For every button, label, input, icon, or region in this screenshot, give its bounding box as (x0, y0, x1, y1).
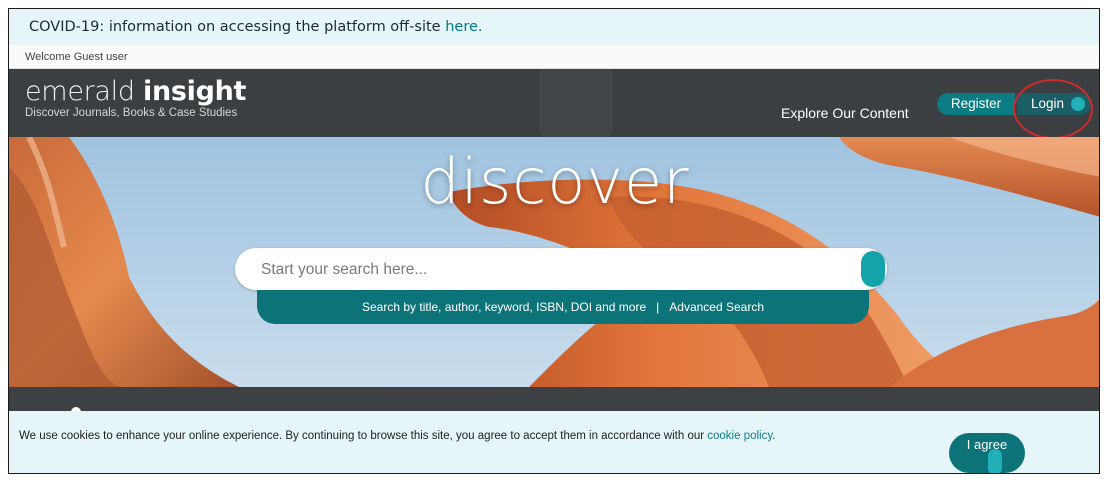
search-box (235, 248, 887, 292)
search-options-bar: Search by title, author, keyword, ISBN, … (257, 290, 869, 324)
welcome-text: Welcome Guest user (25, 51, 128, 63)
search-input[interactable] (259, 248, 843, 292)
annotation-circle (1013, 79, 1093, 139)
agree-label: I agree (966, 437, 1008, 452)
i-agree-button[interactable]: I agree (949, 433, 1025, 473)
agree-toggle-icon (988, 449, 1002, 473)
hero-banner: discover Search by title, author, keywor… (9, 137, 1099, 387)
covid-here-link[interactable]: here. (445, 19, 482, 35)
cookie-policy-link[interactable]: cookie policy (707, 430, 772, 442)
logo-word-light: emerald (25, 76, 143, 107)
covid-banner: COVID-19: information on accessing the p… (9, 9, 1099, 45)
emerald-insight-logo[interactable]: emerald insight Discover Journals, Books… (25, 77, 246, 120)
dark-strip (9, 387, 1099, 417)
advanced-search-link[interactable]: Advanced Search (669, 300, 764, 314)
logo-tagline: Discover Journals, Books & Case Studies (25, 107, 238, 119)
welcome-bar: Welcome Guest user (9, 45, 1099, 69)
logo-wordmark: emerald insight (25, 77, 246, 107)
explore-our-content-link[interactable]: Explore Our Content (781, 105, 909, 121)
separator: | (656, 300, 660, 314)
search-hint-text: Search by title, author, keyword, ISBN, … (362, 300, 647, 314)
hero-headline: discover (420, 145, 690, 218)
search-submit-button[interactable] (861, 251, 885, 287)
cookie-message: We use cookies to enhance your online ex… (19, 430, 708, 442)
cookie-banner: We use cookies to enhance your online ex… (9, 411, 1099, 473)
register-button[interactable]: Register (937, 93, 1015, 115)
cookie-text: We use cookies to enhance your online ex… (19, 428, 819, 445)
logo-word-bold: insight (143, 76, 247, 107)
cookie-end: . (772, 430, 776, 442)
browser-viewport: COVID-19: information on accessing the p… (8, 8, 1100, 474)
header-decoration (539, 69, 613, 137)
site-header: emerald insight Discover Journals, Books… (9, 69, 1099, 139)
covid-banner-text: COVID-19: information on accessing the p… (29, 19, 446, 35)
